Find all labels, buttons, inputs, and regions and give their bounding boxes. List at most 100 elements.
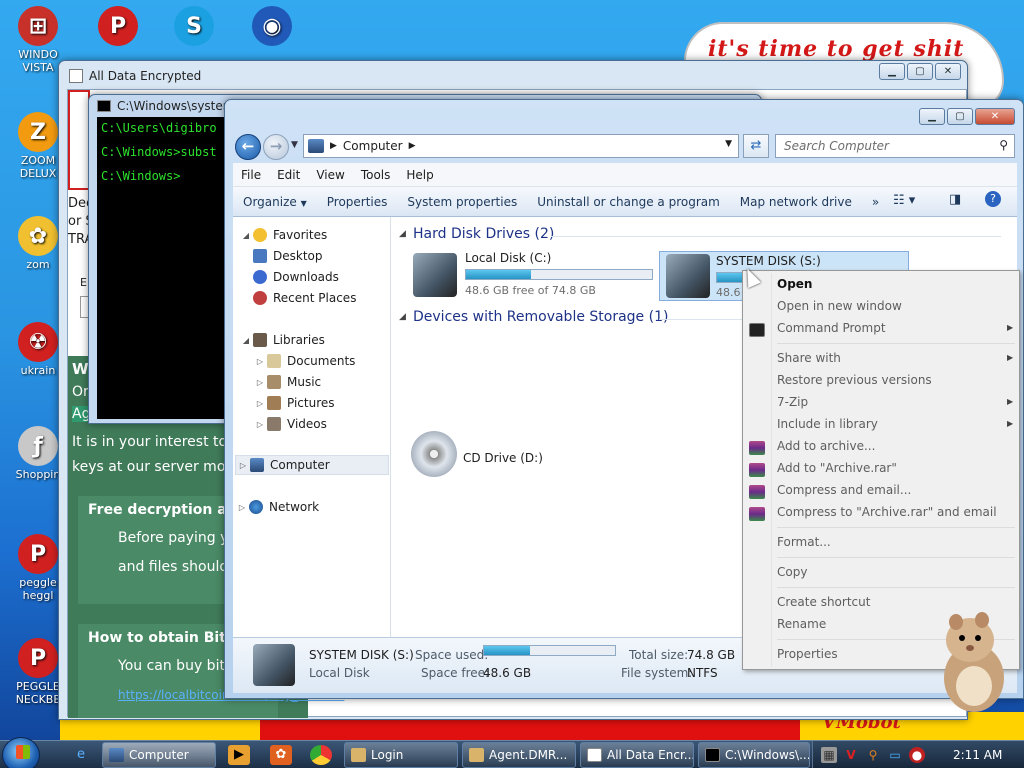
preview-pane-icon[interactable]: ◨ xyxy=(949,192,961,207)
chevron-down-icon: ▼ xyxy=(300,198,307,208)
nav-videos[interactable]: ▷ Videos xyxy=(253,414,327,434)
maximize-button[interactable]: ▢ xyxy=(947,108,973,125)
more-commands-button[interactable]: » xyxy=(862,195,889,209)
refresh-button[interactable]: ⇄ xyxy=(743,134,769,158)
menu-item-open[interactable]: Open xyxy=(777,277,812,291)
menu-item-add-to-archive[interactable]: Add to archive... xyxy=(777,439,875,453)
menu-item-create-shortcut[interactable]: Create shortcut xyxy=(777,595,870,609)
taskbar-button-login[interactable]: Login xyxy=(344,742,458,768)
address-dropdown-icon[interactable]: ▼ xyxy=(725,139,732,149)
maximize-button[interactable]: ▢ xyxy=(907,63,933,80)
back-button[interactable]: ← xyxy=(235,134,261,160)
uninstall-program-button[interactable]: Uninstall or change a program xyxy=(527,195,730,209)
help-icon[interactable]: ? xyxy=(985,191,1001,207)
tray-monitor-icon[interactable]: ▭ xyxy=(887,747,903,763)
taskbar-button-label: Agent.DMR... xyxy=(489,748,568,762)
search-icon[interactable]: ⚲ xyxy=(999,138,1008,152)
menu-tools[interactable]: Tools xyxy=(353,168,399,182)
nav-network[interactable]: ▷ Network xyxy=(235,497,319,517)
menu-edit[interactable]: Edit xyxy=(269,168,308,182)
start-button[interactable] xyxy=(2,737,40,768)
group-collapse-icon[interactable]: ◢ xyxy=(399,229,406,239)
skype-icon[interactable]: S xyxy=(162,6,226,48)
nav-downloads[interactable]: Downloads xyxy=(253,267,339,287)
menu-item-format[interactable]: Format... xyxy=(777,535,831,549)
menu-item-properties[interactable]: Properties xyxy=(777,647,838,661)
drive-usage-bar xyxy=(465,269,653,280)
nav-libraries[interactable]: ◢ Libraries xyxy=(239,330,325,350)
peggle-heggle-icon-image: P xyxy=(18,534,58,574)
map-network-drive-button[interactable]: Map network drive xyxy=(730,195,862,209)
taskbar-button-computer[interactable]: Computer xyxy=(102,742,216,768)
menu-item-7zip[interactable]: 7-Zip ▶ xyxy=(777,395,1013,409)
clock[interactable]: 2:11 AM xyxy=(953,748,1002,762)
menu-item-compress-and-email[interactable]: Compress and email... xyxy=(777,483,911,497)
tray-app-icon[interactable]: ▦ xyxy=(821,747,837,763)
peggle-icon[interactable]: P xyxy=(86,6,150,48)
minimize-button[interactable]: ▁ xyxy=(879,63,905,80)
window-title: All Data Encrypted xyxy=(89,69,202,83)
system-properties-button[interactable]: System properties xyxy=(397,195,527,209)
menu-file[interactable]: File xyxy=(233,168,269,182)
group-collapse-icon[interactable]: ◢ xyxy=(399,312,406,322)
nav-documents[interactable]: ▷ Documents xyxy=(253,351,355,371)
nav-desktop[interactable]: Desktop xyxy=(253,246,323,266)
tray-v-icon[interactable]: V xyxy=(843,747,859,763)
menu-item-open-new-window[interactable]: Open in new window xyxy=(777,299,902,313)
nav-favorites[interactable]: ◢ Favorites xyxy=(239,225,327,245)
menu-help[interactable]: Help xyxy=(398,168,441,182)
peggle-icon-image: P xyxy=(98,6,138,46)
media-player-icon[interactable]: ▶ xyxy=(228,745,250,765)
address-bar[interactable]: ▶ Computer ▶ ▼ xyxy=(303,134,739,158)
menu-item-share-with[interactable]: Share with ▶ xyxy=(777,351,1013,365)
taskbar-button-agent-dmr[interactable]: Agent.DMR... xyxy=(462,742,576,768)
close-button[interactable]: ✕ xyxy=(935,63,961,80)
nav-pictures[interactable]: ▷ Pictures xyxy=(253,393,335,413)
drive-local-disk-c[interactable]: Local Disk (C:) 48.6 GB free of 74.8 GB xyxy=(413,251,653,303)
drive-name: Local Disk (C:) xyxy=(465,251,552,265)
forward-button[interactable]: → xyxy=(263,134,289,160)
menu-gutter xyxy=(771,273,772,667)
breadcrumb-computer[interactable]: Computer xyxy=(343,139,403,153)
history-dropdown-icon[interactable]: ▼ xyxy=(291,140,298,150)
winrar-icon xyxy=(749,485,765,499)
window-title: C:\Windows\system xyxy=(117,99,235,113)
computer-icon xyxy=(308,139,324,153)
videos-icon xyxy=(267,417,281,431)
menu-item-restore-previous-versions[interactable]: Restore previous versions xyxy=(777,373,932,387)
properties-button[interactable]: Properties xyxy=(317,195,398,209)
collapsed-arrow-icon: ▷ xyxy=(256,377,264,387)
tray-record-icon[interactable]: ● xyxy=(909,747,925,763)
view-options-icon[interactable]: ☷ ▾ xyxy=(893,193,915,208)
app-icon[interactable]: ✿ xyxy=(270,745,292,765)
menu-item-add-to-archive-rar[interactable]: Add to "Archive.rar" xyxy=(777,461,897,475)
taskbar: e Computer ▶ ✿ Login Agent.DMR... All Da… xyxy=(0,737,1024,768)
system-tray: ▦ V ⚲ ▭ ● 2:11 AM xyxy=(812,741,1024,768)
minimize-button[interactable]: ▁ xyxy=(919,108,945,125)
chrome-icon[interactable] xyxy=(310,745,332,765)
menu-item-compress-to-rar-and-email[interactable]: Compress to "Archive.rar" and email xyxy=(777,505,997,519)
globe-icon[interactable]: ◉ xyxy=(240,6,304,48)
close-button[interactable]: ✕ xyxy=(975,108,1015,125)
nav-computer[interactable]: ▷ Computer xyxy=(235,455,389,475)
menu-item-include-in-library[interactable]: Include in library ▶ xyxy=(777,417,1013,431)
nav-music[interactable]: ▷ Music xyxy=(253,372,321,392)
menu-item-copy[interactable]: Copy xyxy=(777,565,807,579)
downloads-icon xyxy=(253,270,267,284)
cmd-app-icon xyxy=(97,100,111,112)
menu-item-rename[interactable]: Rename xyxy=(777,617,826,631)
zoom-deluxe-icon-image: Z xyxy=(18,112,58,152)
nav-recent-places[interactable]: Recent Places xyxy=(253,288,356,308)
internet-explorer-icon[interactable]: e xyxy=(70,745,92,765)
taskbar-button-label: Computer xyxy=(129,748,189,762)
menu-view[interactable]: View xyxy=(308,168,352,182)
organize-button[interactable]: Organize ▼ xyxy=(233,195,317,209)
taskbar-button-all-data-encrypted[interactable]: All Data Encr... xyxy=(580,742,694,768)
group-divider xyxy=(551,236,1001,237)
taskbar-button-cmd[interactable]: C:\Windows\... xyxy=(698,742,810,768)
drive-free-space: 48.6 GB free of 74.8 GB xyxy=(465,284,596,297)
search-input[interactable]: Search Computer ⚲ xyxy=(775,134,1015,158)
cd-drive-d[interactable]: CD Drive (D:) xyxy=(463,451,543,465)
tray-search-icon[interactable]: ⚲ xyxy=(865,747,881,763)
menu-item-command-prompt[interactable]: Command Prompt ▶ xyxy=(777,321,1013,335)
